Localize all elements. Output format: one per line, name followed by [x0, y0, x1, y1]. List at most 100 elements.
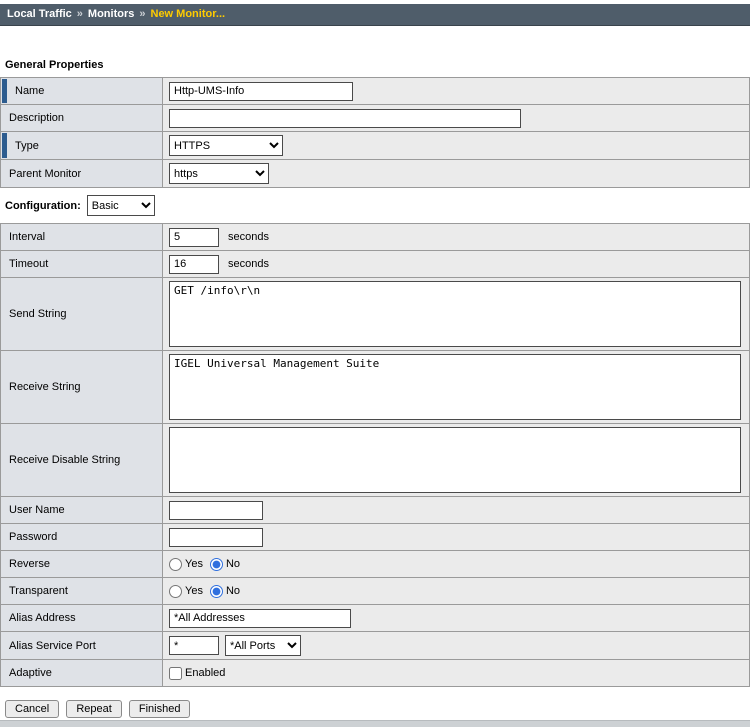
timeout-label: Timeout [9, 258, 48, 270]
reverse-yes-label: Yes [185, 558, 203, 570]
breadcrumb-monitors[interactable]: Monitors [88, 8, 134, 20]
table-row-type: Type HTTPS [1, 132, 750, 160]
password-value-cell [163, 524, 750, 551]
configuration-label: Configuration: [5, 200, 81, 212]
alias-address-input[interactable] [169, 609, 351, 628]
horizontal-scrollbar[interactable] [0, 720, 750, 727]
type-label-cell: Type [1, 132, 163, 160]
receive-string-value-cell: IGEL Universal Management Suite [163, 351, 750, 424]
password-input[interactable] [169, 528, 263, 547]
description-label: Description [9, 112, 64, 124]
adaptive-label: Adaptive [9, 667, 52, 679]
required-marker [2, 79, 7, 103]
send-string-textarea[interactable]: GET /info\r\n [169, 281, 741, 347]
table-row-transparent: Transparent Yes No [1, 578, 750, 605]
type-select[interactable]: HTTPS [169, 135, 283, 156]
reverse-label: Reverse [9, 558, 50, 570]
table-row-receive-string: Receive String IGEL Universal Management… [1, 351, 750, 424]
receive-string-label: Receive String [9, 381, 81, 393]
user-name-label: User Name [9, 504, 65, 516]
interval-input[interactable] [169, 228, 219, 247]
configuration-bar: Configuration: Basic [5, 195, 750, 216]
transparent-label-cell: Transparent [1, 578, 163, 605]
interval-unit-label: seconds [228, 231, 269, 243]
transparent-no-radio[interactable] [210, 585, 223, 598]
table-row-alias-address: Alias Address [1, 605, 750, 632]
parent-monitor-value-cell: https [163, 160, 750, 188]
password-label: Password [9, 531, 57, 543]
table-row-reverse: Reverse Yes No [1, 551, 750, 578]
description-value-cell [163, 105, 750, 132]
alias-service-port-label: Alias Service Port [9, 640, 96, 652]
type-label: Type [15, 140, 39, 152]
interval-value-cell: seconds [163, 224, 750, 251]
breadcrumb-local-traffic[interactable]: Local Traffic [7, 8, 72, 20]
alias-ports-select[interactable]: *All Ports [225, 635, 301, 656]
reverse-value-cell: Yes No [163, 551, 750, 578]
transparent-no-label: No [226, 585, 240, 597]
receive-disable-string-label: Receive Disable String [9, 454, 120, 466]
table-row-user-name: User Name [1, 497, 750, 524]
name-input[interactable] [169, 82, 353, 101]
cancel-button[interactable]: Cancel [5, 700, 59, 718]
action-buttons: Cancel Repeat Finished [5, 700, 750, 718]
table-row-name: Name [1, 78, 750, 105]
name-value-cell [163, 78, 750, 105]
table-row-adaptive: Adaptive Enabled [1, 660, 750, 687]
breadcrumb-separator-icon: » [77, 8, 83, 20]
type-value-cell: HTTPS [163, 132, 750, 160]
adaptive-enabled-label: Enabled [185, 667, 225, 679]
reverse-yes-radio[interactable] [169, 558, 182, 571]
table-row-password: Password [1, 524, 750, 551]
send-string-label: Send String [9, 308, 66, 320]
alias-address-label: Alias Address [9, 612, 76, 624]
receive-disable-string-value-cell [163, 424, 750, 497]
receive-string-textarea[interactable]: IGEL Universal Management Suite [169, 354, 741, 420]
timeout-unit-label: seconds [228, 258, 269, 270]
configuration-select[interactable]: Basic [87, 195, 155, 216]
finished-button[interactable]: Finished [129, 700, 191, 718]
name-label: Name [15, 85, 44, 97]
adaptive-enabled-checkbox[interactable] [169, 667, 182, 680]
receive-disable-string-label-cell: Receive Disable String [1, 424, 163, 497]
configuration-table: Interval seconds Timeout seconds Send St… [0, 223, 750, 687]
timeout-input[interactable] [169, 255, 219, 274]
receive-disable-string-textarea[interactable] [169, 427, 741, 493]
adaptive-label-cell: Adaptive [1, 660, 163, 687]
general-properties-heading: General Properties [5, 59, 750, 71]
breadcrumb-separator-icon: » [139, 8, 145, 20]
alias-address-label-cell: Alias Address [1, 605, 163, 632]
user-name-label-cell: User Name [1, 497, 163, 524]
parent-monitor-label: Parent Monitor [9, 168, 81, 180]
table-row-send-string: Send String GET /info\r\n [1, 278, 750, 351]
transparent-yes-radio[interactable] [169, 585, 182, 598]
timeout-value-cell: seconds [163, 251, 750, 278]
timeout-label-cell: Timeout [1, 251, 163, 278]
transparent-value-cell: Yes No [163, 578, 750, 605]
alias-service-port-value-cell: *All Ports [163, 632, 750, 660]
interval-label-cell: Interval [1, 224, 163, 251]
repeat-button[interactable]: Repeat [66, 700, 121, 718]
password-label-cell: Password [1, 524, 163, 551]
reverse-label-cell: Reverse [1, 551, 163, 578]
alias-service-port-input[interactable] [169, 636, 219, 655]
breadcrumb-new-monitor: New Monitor... [151, 8, 226, 20]
interval-label: Interval [9, 231, 45, 243]
parent-monitor-select[interactable]: https [169, 163, 269, 184]
user-name-input[interactable] [169, 501, 263, 520]
transparent-yes-label: Yes [185, 585, 203, 597]
alias-address-value-cell [163, 605, 750, 632]
adaptive-value-cell: Enabled [163, 660, 750, 687]
breadcrumb: Local Traffic » Monitors » New Monitor... [0, 4, 750, 26]
table-row-receive-disable-string: Receive Disable String [1, 424, 750, 497]
parent-monitor-label-cell: Parent Monitor [1, 160, 163, 188]
user-name-value-cell [163, 497, 750, 524]
description-input[interactable] [169, 109, 521, 128]
name-label-cell: Name [1, 78, 163, 105]
description-label-cell: Description [1, 105, 163, 132]
alias-service-port-label-cell: Alias Service Port [1, 632, 163, 660]
general-properties-table: Name Description Type HTTPS Parent Monit… [0, 77, 750, 188]
table-row-parent-monitor: Parent Monitor https [1, 160, 750, 188]
reverse-no-radio[interactable] [210, 558, 223, 571]
required-marker [2, 133, 7, 158]
